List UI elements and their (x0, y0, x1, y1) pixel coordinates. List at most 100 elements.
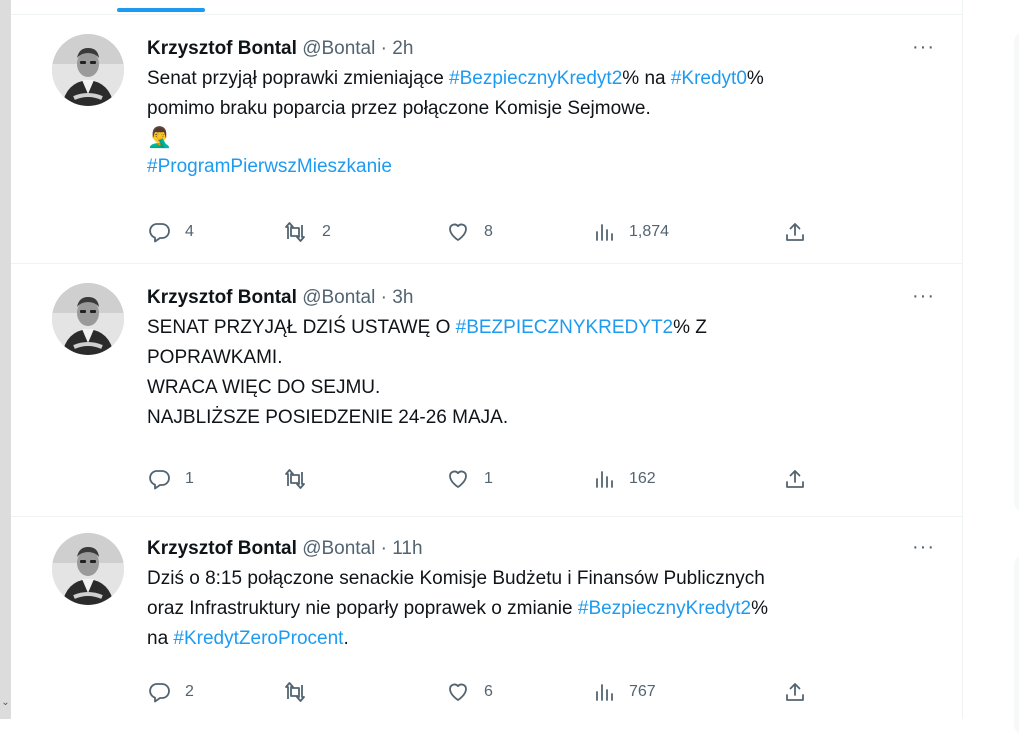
text-segment: POPRAWKAMI. (147, 347, 283, 368)
like-count: 8 (484, 223, 493, 240)
retweet-count: 2 (322, 223, 331, 240)
tweet-header: Krzysztof Bontal @Bontal · 11h (147, 536, 943, 562)
tweet-timestamp[interactable]: 3h (392, 287, 413, 308)
author-name[interactable]: Krzysztof Bontal (147, 287, 297, 308)
views-button[interactable]: 767 (593, 680, 656, 704)
share-button[interactable] (783, 467, 807, 491)
tweet-timestamp[interactable]: 11h (392, 538, 422, 559)
sidebar-card (1014, 32, 1019, 512)
separator-dot: · (380, 38, 387, 59)
share-icon (783, 680, 807, 704)
tweet-text: Senat przyjął poprawki zmieniające #Bezp… (147, 64, 943, 124)
author-name[interactable]: Krzysztof Bontal (147, 538, 297, 559)
views-count: 767 (629, 683, 656, 700)
share-button[interactable] (783, 680, 807, 704)
avatar-photo-icon (52, 533, 124, 605)
retweet-button[interactable] (282, 467, 322, 491)
text-segment: WRACA WIĘC DO SEJMU. (147, 377, 381, 398)
tweet-timestamp[interactable]: 2h (392, 38, 413, 59)
sidebar-card (1014, 555, 1019, 735)
text-segment: pomimo braku poparcia przez połączone Ko… (147, 98, 651, 119)
text-segment: . (343, 628, 349, 649)
views-count: 162 (629, 470, 656, 487)
views-icon (593, 467, 615, 491)
more-options-icon[interactable]: ··· (912, 285, 935, 307)
author-name[interactable]: Krzysztof Bontal (147, 38, 297, 59)
tweet-text-line: pomimo braku poparcia przez połączone Ko… (147, 94, 943, 124)
avatar[interactable] (52, 533, 124, 605)
hashtag-link[interactable]: #BezpiecznyKredyt2 (578, 598, 751, 619)
hashtag-link[interactable]: #Kredyt0 (671, 68, 747, 89)
tweet-text-line: POPRAWKAMI. (147, 343, 943, 373)
tweet[interactable]: Krzysztof Bontal @Bontal · 2h ··· Senat … (11, 15, 963, 264)
like-count: 1 (484, 470, 493, 487)
heart-icon (446, 680, 470, 704)
like-button[interactable]: 1 (446, 467, 493, 491)
right-sidebar (964, 0, 1019, 735)
more-options-icon[interactable]: ··· (912, 536, 935, 558)
hashtag-link[interactable]: #BezpiecznyKredyt2 (449, 68, 622, 89)
reply-count: 4 (185, 223, 194, 240)
scroll-down-chevron-icon[interactable]: ⌄ (0, 696, 11, 710)
tweet-text-line: WRACA WIĘC DO SEJMU. (147, 373, 943, 403)
author-handle[interactable]: @Bontal (302, 38, 375, 59)
reply-icon (147, 220, 171, 244)
avatar[interactable] (52, 283, 124, 355)
retweet-icon (282, 680, 308, 704)
tweet-text-line: NAJBLIŻSZE POSIEDZENIE 24-26 MAJA. (147, 403, 943, 433)
views-count: 1,874 (629, 223, 670, 240)
tweet-text-line: Senat przyjął poprawki zmieniające #Bezp… (147, 64, 943, 94)
reply-count: 2 (185, 683, 194, 700)
share-button[interactable] (783, 220, 807, 244)
reply-button[interactable]: 2 (147, 680, 194, 704)
tweet-text-line: Dziś o 8:15 połączone senackie Komisje B… (147, 564, 943, 594)
author-handle[interactable]: @Bontal (302, 538, 375, 559)
active-tab-indicator (117, 8, 205, 12)
reply-icon (147, 467, 171, 491)
text-segment: % Z (673, 317, 707, 338)
tweet-text-line: oraz Infrastruktury nie poparły poprawek… (147, 594, 943, 624)
more-options-icon[interactable]: ··· (912, 36, 935, 58)
scrollbar-track[interactable]: ⌄ (0, 0, 11, 719)
hashtag-link[interactable]: #ProgramPierwszMieszkanie (147, 156, 392, 177)
like-button[interactable]: 8 (446, 220, 493, 244)
tweet[interactable]: Krzysztof Bontal @Bontal · 3h ··· SENAT … (11, 264, 963, 517)
avatar-photo-icon (52, 34, 124, 106)
reply-button[interactable]: 1 (147, 467, 194, 491)
avatar-photo-icon (52, 283, 124, 355)
text-segment: % na (622, 68, 671, 89)
author-handle[interactable]: @Bontal (302, 287, 375, 308)
views-button[interactable]: 162 (593, 467, 656, 491)
tweet-text: SENAT PRZYJĄŁ DZIŚ USTAWĘ O #BEZPIECZNYK… (147, 313, 943, 433)
text-segment: Senat przyjął poprawki zmieniające (147, 68, 450, 89)
text-segment: % (746, 68, 764, 89)
views-icon (593, 680, 615, 704)
hashtag-link[interactable]: #BEZPIECZNYKREDYT2 (456, 317, 674, 338)
facepalm-emoji: 🤦‍♂️ (147, 127, 172, 149)
hashtag-link[interactable]: #KredytZeroProcent (173, 628, 343, 649)
retweet-icon (282, 467, 308, 491)
retweet-button[interactable]: 2 (282, 220, 331, 244)
avatar[interactable] (52, 34, 124, 106)
tweet[interactable]: Krzysztof Bontal @Bontal · 11h ··· Dziś … (11, 517, 963, 719)
reply-icon (147, 680, 171, 704)
reply-count: 1 (185, 470, 194, 487)
tweet-text-line: na #KredytZeroProcent. (147, 624, 943, 654)
text-segment: oraz Infrastruktury nie poparły poprawek… (147, 598, 578, 619)
share-icon (783, 220, 807, 244)
retweet-button[interactable] (282, 680, 322, 704)
text-segment: na (147, 628, 174, 649)
text-segment: NAJBLIŻSZE POSIEDZENIE 24-26 MAJA. (147, 407, 509, 428)
like-button[interactable]: 6 (446, 680, 493, 704)
reply-button[interactable]: 4 (147, 220, 194, 244)
views-button[interactable]: 1,874 (593, 220, 669, 244)
tweet-text: Dziś o 8:15 połączone senackie Komisje B… (147, 564, 943, 654)
views-icon (593, 220, 615, 244)
separator-dot: · (380, 538, 387, 559)
share-icon (783, 467, 807, 491)
tweet-header: Krzysztof Bontal @Bontal · 2h (147, 36, 943, 62)
like-count: 6 (484, 683, 493, 700)
tweet-text-line: SENAT PRZYJĄŁ DZIŚ USTAWĘ O #BEZPIECZNYK… (147, 313, 943, 343)
timeline: Krzysztof Bontal @Bontal · 2h ··· Senat … (11, 0, 963, 719)
separator-dot: · (380, 287, 387, 308)
